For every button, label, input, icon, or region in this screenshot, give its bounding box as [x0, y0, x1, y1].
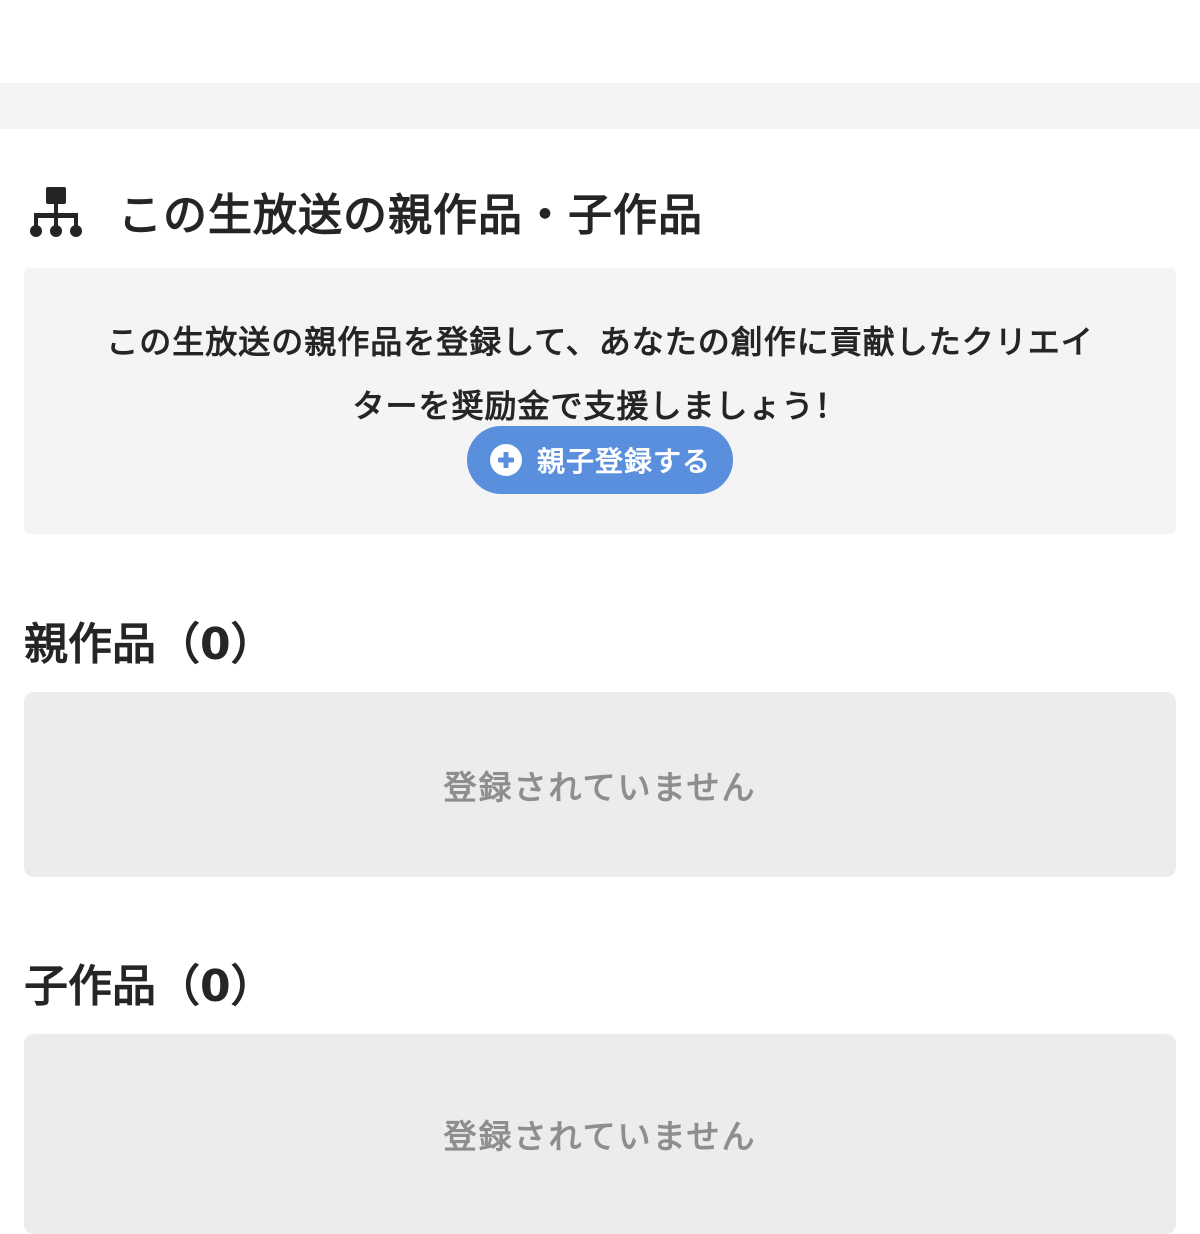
- parents-heading: 親作品（0）: [24, 619, 275, 670]
- parent-child-info-box: この生放送の親作品を登録して、あなたの創作に貢献したクリエイターを奨励金で支援し…: [24, 268, 1176, 534]
- info-message: この生放送の親作品を登録して、あなたの創作に貢献したクリエイターを奨励金で支援し…: [106, 323, 1094, 425]
- section-divider-band: [0, 83, 1200, 129]
- register-button-label: 親子登録する: [536, 446, 711, 477]
- register-parent-child-button[interactable]: 親子登録する: [467, 426, 733, 494]
- top-blank-area: [0, 0, 1200, 83]
- parents-empty-text: 登録されていません: [443, 767, 757, 807]
- children-empty-box: 登録されていません: [24, 1034, 1176, 1234]
- parents-empty-box: 登録されていません: [24, 692, 1176, 877]
- children-heading: 子作品（0）: [24, 961, 275, 1012]
- children-empty-text: 登録されていません: [443, 1117, 757, 1156]
- hierarchy-tree-icon: [30, 187, 82, 237]
- section-header: この生放送の親作品・子作品: [24, 176, 703, 246]
- section-title: この生放送の親作品・子作品: [118, 190, 703, 241]
- plus-circle-icon: [489, 444, 522, 476]
